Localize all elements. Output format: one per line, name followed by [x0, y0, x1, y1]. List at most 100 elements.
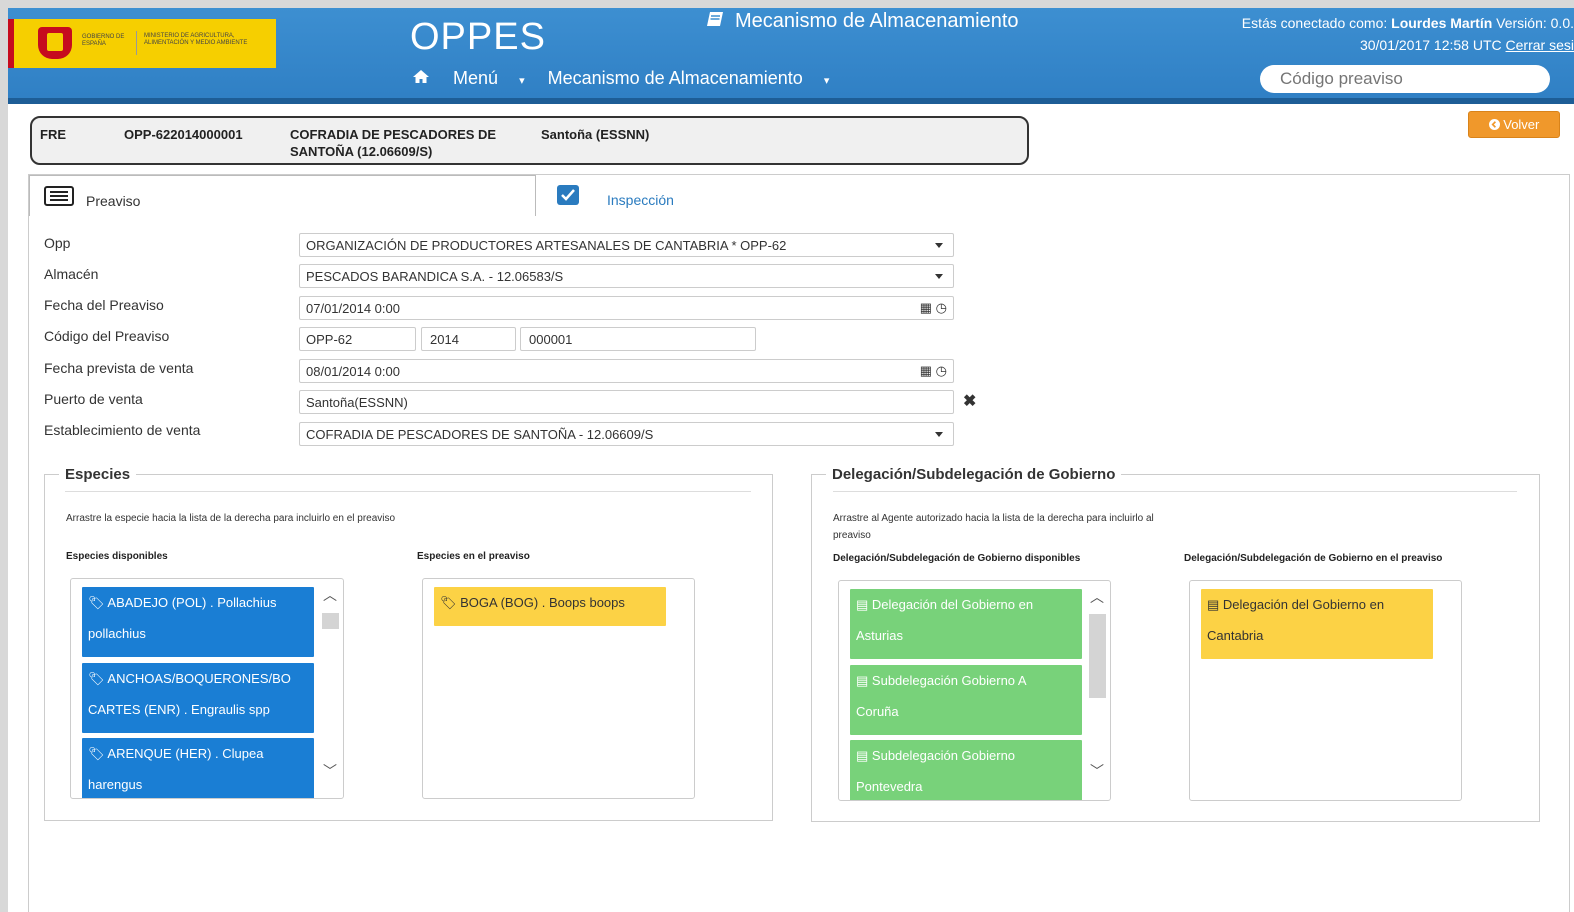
list-item[interactable]: 🏷︎ ARENQUE (HER) . Clupea harengus — [82, 738, 314, 798]
summary-entity-line2: SANTOÑA (12.06609/S) — [290, 144, 433, 159]
fecha-venta-label: Fecha prevista de venta — [44, 360, 194, 376]
list-item[interactable]: 🏷︎ BOGA (BOG) . Boops boops — [434, 587, 666, 626]
header-bottom-border — [8, 98, 1574, 104]
building-icon: ▤ — [856, 748, 869, 763]
delegacion-disponibles-list[interactable]: ▤ Delegación del Gobierno en Asturias ▤ … — [838, 580, 1111, 801]
calendar-icon[interactable]: ▦ — [920, 363, 932, 378]
almacen-select[interactable]: PESCADOS BARANDICA S.A. - 12.06583/S — [299, 264, 954, 288]
puerto-label: Puerto de venta — [44, 391, 143, 407]
logo-gobierno-text: GOBIERNO DE ESPAÑA — [82, 34, 125, 47]
user-name: Lourdes Martín — [1391, 15, 1493, 31]
nav-menu[interactable]: Menú ▾ — [453, 68, 525, 88]
opp-select[interactable]: ORGANIZACIÓN DE PRODUCTORES ARTESANALES … — [299, 233, 954, 257]
home-icon[interactable] — [412, 68, 435, 88]
delegation-name: Delegación del Gobierno en — [1222, 597, 1385, 612]
chevron-down-icon[interactable]: ﹀ — [323, 761, 337, 781]
scrollbar-thumb[interactable] — [1089, 614, 1106, 698]
summary-type: FRE — [40, 127, 66, 142]
list-item[interactable]: 🏷︎ ANCHOAS/BOQUERONES/BO CARTES (ENR) . … — [82, 663, 314, 733]
especies-hint: Arrastre la especie hacia la lista de la… — [66, 513, 396, 524]
codigo-label: Código del Preaviso — [44, 328, 170, 344]
building-icon: ▤ — [1207, 597, 1220, 612]
clock-icon[interactable]: ◷ — [936, 363, 947, 378]
fecha-preaviso-value: 07/01/2014 0:00 — [306, 301, 400, 316]
almacen-label: Almacén — [44, 266, 99, 282]
delegation-name: Subdelegación Gobierno A — [871, 673, 1027, 688]
building-icon: ▤ — [856, 673, 869, 688]
chevron-down-icon[interactable]: ﹀ — [1090, 761, 1104, 781]
nav-mecanismo[interactable]: Mecanismo de Almacenamiento ▾ — [548, 68, 830, 88]
tab-inspeccion-label: Inspección — [607, 192, 674, 208]
version-label: Versión: 0.0. — [1496, 15, 1574, 31]
delegation-name: Delegación del Gobierno en — [871, 597, 1034, 612]
government-logo[interactable]: GOBIERNO DE ESPAÑA MINISTERIO DE AGRICUL… — [8, 19, 276, 68]
delegacion-hint-line2: preaviso — [833, 530, 871, 541]
scrollbar-thumb[interactable] — [322, 613, 339, 629]
list-item[interactable]: ▤ Subdelegación Gobierno Pontevedra — [850, 740, 1082, 800]
clear-icon[interactable]: ✖ — [963, 391, 976, 411]
tag-icon: 🏷︎ — [88, 746, 105, 761]
search-input[interactable] — [1260, 65, 1550, 93]
codigo-part1-value: OPP-62 — [306, 332, 353, 347]
logo-separator — [136, 31, 137, 55]
fecha-preaviso-label: Fecha del Preaviso — [44, 297, 164, 313]
chevron-up-icon[interactable]: ︿ — [1090, 587, 1104, 607]
species-scientific: harengus — [88, 777, 143, 792]
species-scientific: pollachius — [88, 626, 146, 641]
puerto-value: Santoña(ESSNN) — [306, 395, 408, 410]
main-nav: Menú ▾ Mecanismo de Almacenamiento ▾ — [412, 68, 847, 89]
species-name: ANCHOAS/BOQUERONES/BO — [107, 671, 291, 686]
list-item[interactable]: ▤ Delegación del Gobierno en Asturias — [850, 589, 1082, 659]
delegation-region: Asturias — [856, 628, 903, 643]
user-info: Estás conectado como: Lourdes Martín Ver… — [1242, 12, 1574, 56]
scrollbar[interactable]: ︿ ﹀ — [320, 579, 341, 798]
list-item[interactable]: ▤ Delegación del Gobierno en Cantabria — [1201, 589, 1433, 659]
building-icon: ▤ — [856, 597, 869, 612]
species-name: ARENQUE (HER) . Clupea — [107, 746, 264, 761]
especies-preaviso-list[interactable]: 🏷︎ BOGA (BOG) . Boops boops — [422, 578, 695, 799]
codigo-part1-input[interactable]: OPP-62 — [299, 327, 416, 351]
spain-flag-stripe — [8, 19, 14, 68]
calendar-icon[interactable]: ▦ — [920, 300, 932, 315]
establecimiento-label: Establecimiento de venta — [44, 422, 201, 438]
list-item[interactable]: 🏷︎ ABADEJO (POL) . Pollachius pollachius — [82, 587, 314, 657]
dropdown-caret-icon — [935, 432, 943, 437]
tab-preaviso[interactable]: Preaviso — [29, 175, 536, 216]
volver-button[interactable]: Volver — [1468, 111, 1560, 138]
tab-preaviso-label: Preaviso — [86, 193, 141, 209]
delegation-region: Cantabria — [1207, 628, 1264, 643]
codigo-part2-input[interactable]: 2014 — [421, 327, 516, 351]
species-name: BOGA (BOG) . Boops boops — [460, 595, 625, 610]
datetime-picker-icons: ▦ ◷ — [920, 363, 947, 379]
tag-icon: 🏷︎ — [88, 595, 105, 610]
opp-label: Opp — [44, 235, 71, 251]
delegacion-title: Delegación/Subdelegación de Gobierno — [826, 466, 1122, 483]
section-title-text: Mecanismo de Almacenamiento — [735, 10, 1019, 32]
main-panel: Preaviso Inspección Opp ORGANIZACIÓN DE … — [28, 174, 1570, 912]
delegation-region: Pontevedra — [856, 779, 923, 794]
tag-icon: 🏷︎ — [88, 671, 105, 686]
logout-link[interactable]: Cerrar sesi — [1506, 37, 1574, 53]
codigo-part3-input[interactable]: 000001 — [520, 327, 756, 351]
list-item[interactable]: ▤ Subdelegación Gobierno A Coruña — [850, 665, 1082, 735]
establecimiento-select[interactable]: COFRADIA DE PESCADORES DE SANTOÑA - 12.0… — [299, 422, 954, 446]
scrollbar[interactable]: ︿ ﹀ — [1087, 581, 1108, 800]
session-timezone: UTC — [1472, 37, 1502, 53]
fecha-preaviso-input[interactable]: 07/01/2014 0:00 ▦ ◷ — [299, 296, 954, 320]
list-icon — [44, 186, 74, 209]
coat-of-arms-icon — [38, 27, 72, 59]
delegacion-preaviso-list[interactable]: ▤ Delegación del Gobierno en Cantabria — [1189, 580, 1462, 801]
chevron-up-icon[interactable]: ︿ — [323, 585, 337, 605]
clock-icon[interactable]: ◷ — [936, 300, 947, 315]
app-title: OPPES — [410, 16, 546, 58]
especies-disponibles-list[interactable]: 🏷︎ ABADEJO (POL) . Pollachius pollachius… — [70, 578, 344, 799]
book-icon — [706, 11, 729, 31]
especies-disponibles-label: Especies disponibles — [66, 551, 168, 562]
almacen-value: PESCADOS BARANDICA S.A. - 12.06583/S — [306, 269, 564, 284]
dropdown-caret-icon — [935, 243, 943, 248]
fecha-venta-input[interactable]: 08/01/2014 0:00 ▦ ◷ — [299, 359, 954, 383]
tab-inspeccion[interactable]: Inspección — [549, 175, 949, 215]
codigo-part2-value: 2014 — [430, 332, 459, 347]
especies-title-rule — [65, 491, 751, 492]
puerto-input[interactable]: Santoña(ESSNN) — [299, 390, 954, 414]
